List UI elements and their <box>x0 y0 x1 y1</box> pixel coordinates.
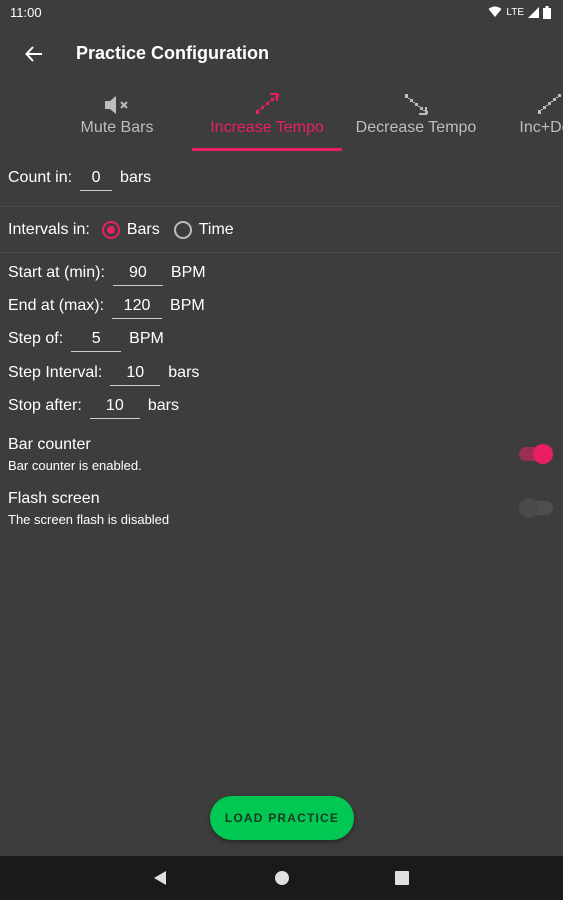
step-of-row: Step of: 5 BPM <box>8 326 164 352</box>
nav-recents-button[interactable] <box>392 868 412 888</box>
steps-up-icon <box>254 84 280 116</box>
nav-home-icon <box>275 871 289 885</box>
radio-bars-label: Bars <box>126 221 160 238</box>
page-title: Practice Configuration <box>76 43 270 63</box>
tab-label: Increase Tempo <box>210 119 324 136</box>
nav-home-button[interactable] <box>272 868 292 888</box>
tab-increase-tempo[interactable]: Increase Tempo <box>192 84 342 152</box>
back-button[interactable] <box>20 40 48 68</box>
step-interval-label: Step Interval: <box>8 364 103 381</box>
switch-thumb <box>519 498 539 518</box>
volume-mute-icon <box>103 84 131 116</box>
count-in-field[interactable]: 0 <box>80 165 113 191</box>
count-in-label: Count in: <box>8 169 73 186</box>
network-type: LTE <box>506 6 524 18</box>
steps-up-down-icon <box>536 84 562 116</box>
tab-label: Inc+Dec <box>519 119 563 136</box>
system-nav-bar <box>0 856 563 900</box>
battery-icon <box>543 5 551 19</box>
tab-inc-dec[interactable]: Inc+Dec <box>504 84 563 152</box>
arrow-back-icon <box>25 46 42 62</box>
tab-decrease-tempo[interactable]: Decrease Tempo <box>348 84 484 152</box>
tab-indicator <box>192 148 342 151</box>
steps-down-icon <box>403 84 429 116</box>
step-of-label: Step of: <box>8 330 64 347</box>
bar-counter-title: Bar counter <box>8 436 91 453</box>
end-at-unit: BPM <box>170 297 205 314</box>
tab-label: Decrease Tempo <box>355 119 477 136</box>
nav-recents-icon <box>395 871 409 885</box>
load-practice-button[interactable]: LOAD PRACTICE <box>210 796 354 840</box>
start-at-row: Start at (min): 90 BPM <box>8 260 206 286</box>
stop-after-row: Stop after: 10 bars <box>8 393 179 419</box>
step-interval-field[interactable]: 10 <box>110 360 161 386</box>
count-in-unit: bars <box>120 169 152 186</box>
switch-thumb <box>533 444 553 464</box>
bar-counter-subtitle: Bar counter is enabled. <box>8 458 142 473</box>
radio-unchecked-icon <box>173 221 192 239</box>
step-interval-row: Step Interval: 10 bars <box>8 360 199 386</box>
flash-screen-switch[interactable] <box>519 498 553 518</box>
count-in-row: Count in: 0 bars <box>8 165 151 191</box>
start-at-field[interactable]: 90 <box>112 260 163 286</box>
flash-screen-subtitle: The screen flash is disabled <box>8 512 170 527</box>
divider <box>0 252 563 253</box>
nav-back-icon <box>154 871 166 885</box>
bar-counter-switch[interactable] <box>519 444 553 464</box>
start-at-label: Start at (min): <box>8 264 105 281</box>
end-at-field[interactable]: 120 <box>112 293 163 319</box>
start-at-unit: BPM <box>170 264 206 281</box>
status-icons: LTE <box>488 5 551 19</box>
app-bar: Practice Configuration <box>0 24 563 84</box>
stop-after-field[interactable]: 10 <box>89 393 140 419</box>
step-of-field[interactable]: 5 <box>71 326 122 352</box>
status-time: 11:00 <box>10 4 42 20</box>
intervals-label: Intervals in: <box>8 221 90 238</box>
radio-time-label: Time <box>198 221 234 238</box>
end-at-row: End at (max): 120 BPM <box>8 293 205 319</box>
wifi-icon <box>488 6 502 17</box>
tab-label: Mute Bars <box>80 119 154 136</box>
stop-after-unit: bars <box>147 397 179 414</box>
step-of-unit: BPM <box>129 330 164 347</box>
nav-back-button[interactable] <box>150 868 170 888</box>
end-at-label: End at (max): <box>8 297 105 314</box>
signal-icon <box>528 6 539 18</box>
divider <box>0 206 563 207</box>
radio-checked-icon <box>101 221 120 239</box>
flash-screen-title: Flash screen <box>8 490 100 507</box>
intervals-row: Intervals in: Bars Time <box>8 217 234 243</box>
radio-bars[interactable]: Bars <box>101 221 160 239</box>
tab-mute-bars[interactable]: Mute Bars <box>62 84 172 152</box>
status-bar: 11:00 LTE <box>0 0 563 24</box>
stop-after-label: Stop after: <box>8 397 82 414</box>
radio-time[interactable]: Time <box>173 221 234 239</box>
step-interval-unit: bars <box>168 364 200 381</box>
tab-bar: Mute Bars Increase Tempo Decrease Tempo … <box>0 84 563 152</box>
